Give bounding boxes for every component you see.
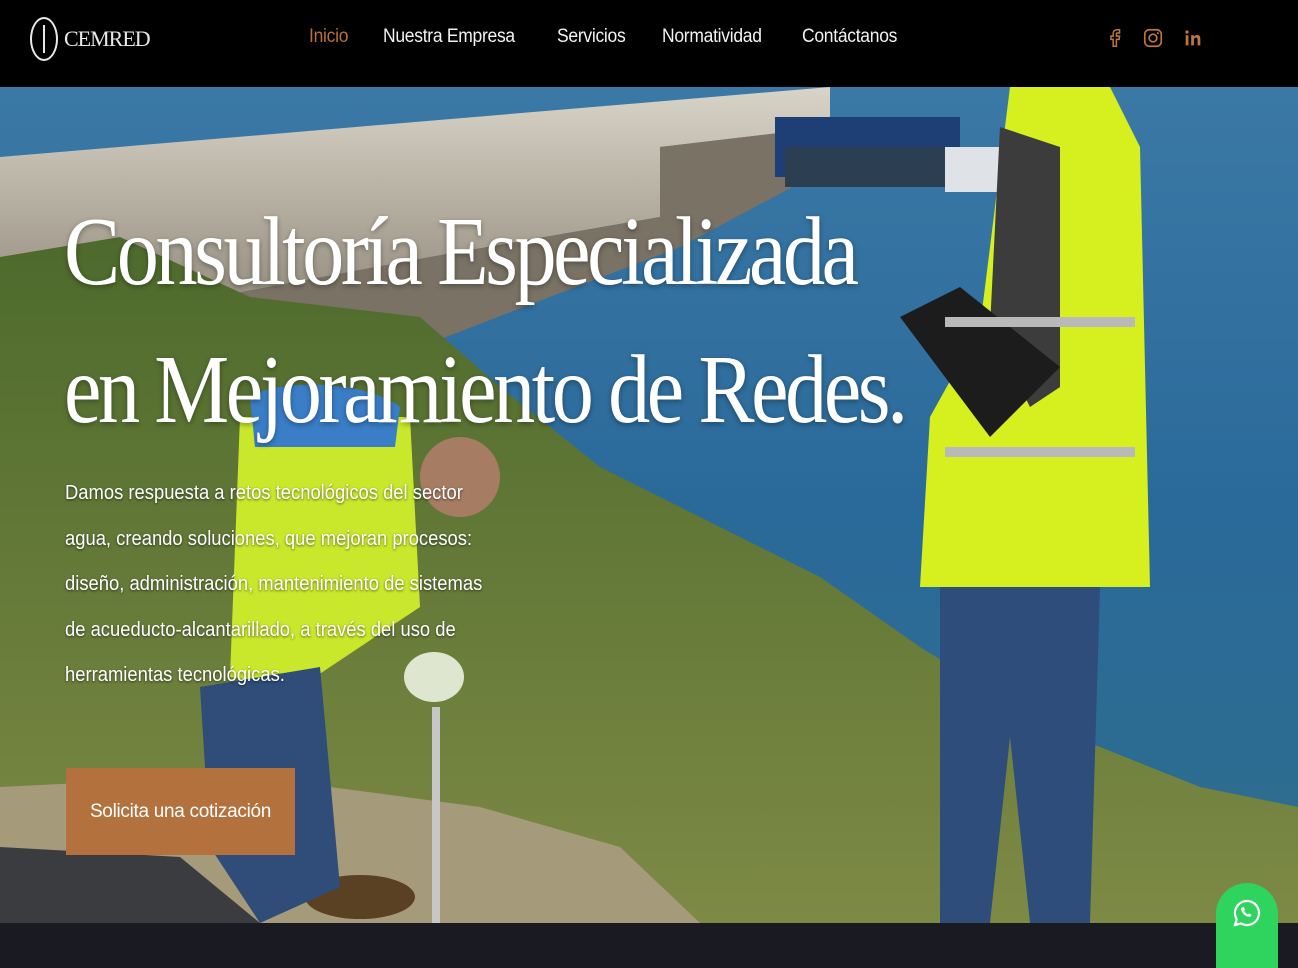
main-nav: Inicio Nuestra Empresa Servicios Normati…: [309, 26, 936, 48]
whatsapp-button[interactable]: [1216, 883, 1278, 968]
hero-description: Damos respuesta a retos tecnológicos del…: [65, 482, 483, 686]
next-section-strip: [0, 923, 1298, 968]
request-quote-button[interactable]: Solicita una cotización: [66, 768, 295, 855]
hero-title-line2: en Mejoramiento de Redes.: [64, 336, 908, 444]
brand-logo[interactable]: CEMRED: [30, 16, 151, 62]
instagram-icon[interactable]: [1140, 24, 1166, 52]
brand-name: CEMRED: [64, 26, 151, 51]
nav-item-contactanos[interactable]: Contáctanos: [802, 26, 897, 48]
facebook-icon[interactable]: [1102, 24, 1128, 52]
nav-item-servicios[interactable]: Servicios: [557, 26, 626, 48]
nav-item-inicio[interactable]: Inicio: [309, 26, 348, 48]
whatsapp-icon: [1233, 899, 1261, 927]
logo-emblem-icon: [30, 17, 58, 61]
top-navbar: CEMRED Inicio Nuestra Empresa Servicios …: [0, 0, 1298, 87]
hero-section: Consultoría Especializada en Mejoramient…: [0, 87, 1298, 923]
linkedin-icon[interactable]: [1180, 24, 1206, 52]
hero-title: Consultoría Especializada en Mejoramient…: [64, 183, 924, 459]
nav-item-normatividad[interactable]: Normatividad: [662, 26, 762, 48]
hero-title-line1: Consultoría Especializada: [64, 198, 859, 306]
nav-item-nuestra-empresa[interactable]: Nuestra Empresa: [383, 26, 515, 48]
